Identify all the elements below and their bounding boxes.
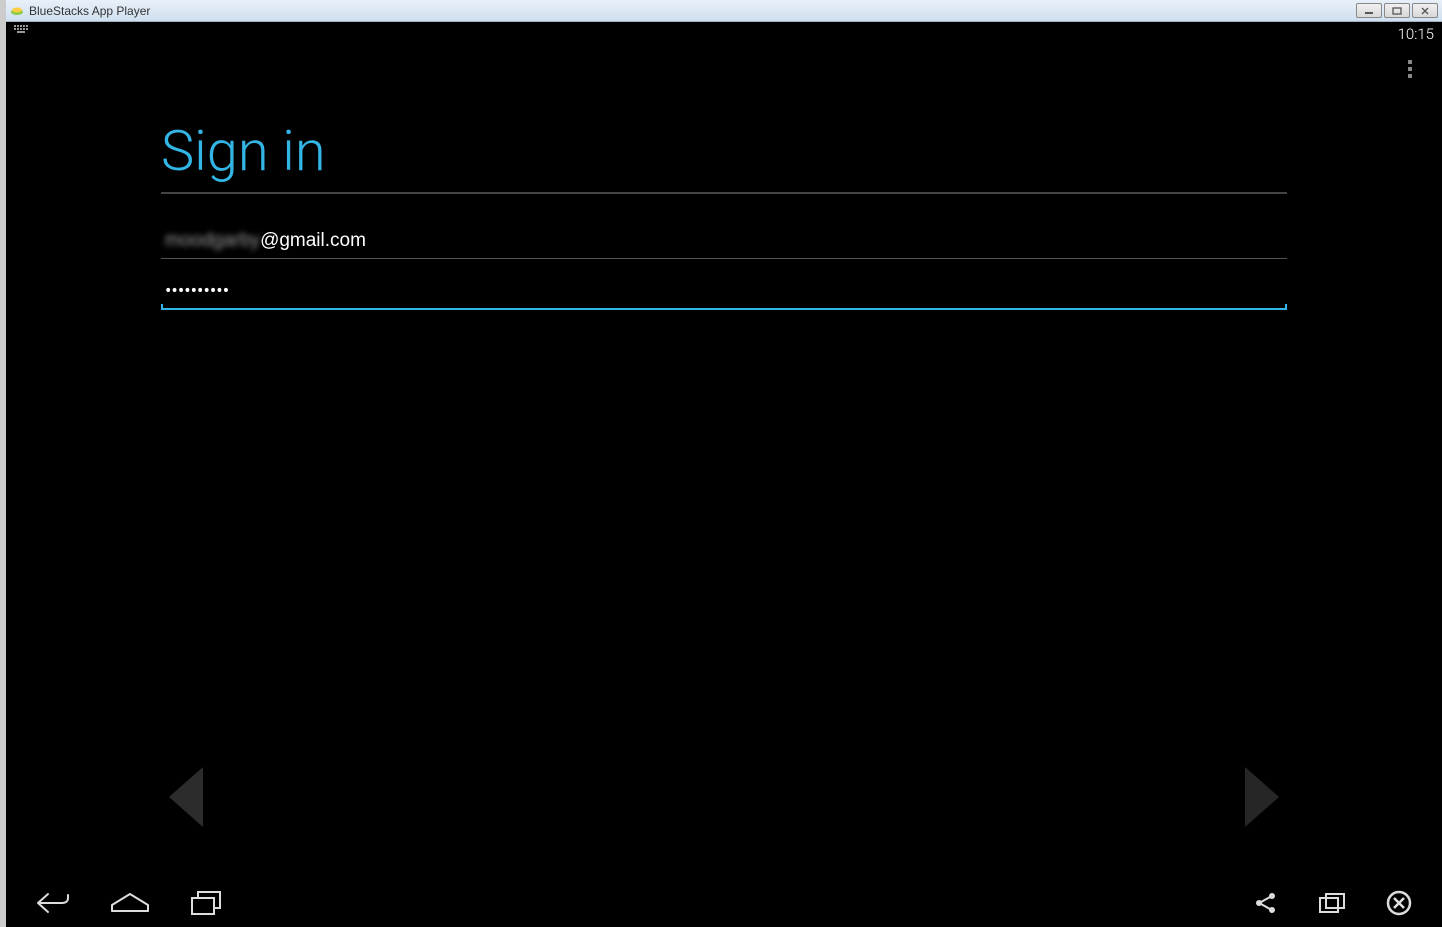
overflow-menu-icon[interactable] — [1398, 50, 1422, 88]
wizard-nav — [6, 762, 1442, 837]
email-username: moodgarby — [165, 230, 260, 252]
email-field[interactable]: moodgarby@gmail.com — [161, 224, 1287, 259]
password-field[interactable] — [161, 273, 1287, 310]
nav-home-icon[interactable] — [110, 891, 150, 915]
back-arrow-icon[interactable] — [161, 762, 211, 837]
nav-fullscreen-icon[interactable] — [1318, 892, 1346, 914]
app-window: BlueStacks App Player — [0, 0, 1442, 927]
window-controls — [1356, 3, 1438, 18]
app-icon — [10, 4, 24, 18]
nav-share-icon[interactable] — [1254, 891, 1278, 915]
status-bar: 10:15 — [6, 22, 1442, 44]
title-divider — [161, 192, 1287, 194]
navigation-bar — [6, 879, 1442, 927]
status-clock: 10:15 — [1398, 25, 1434, 43]
nav-back-icon[interactable] — [36, 890, 70, 916]
android-screen: 10:15 Sign in moodgarby@gmail.com — [6, 22, 1442, 927]
maximize-button[interactable] — [1384, 3, 1410, 18]
keyboard-icon — [14, 25, 30, 38]
window-title: BlueStacks App Player — [29, 4, 1356, 18]
forward-arrow-icon[interactable] — [1237, 762, 1287, 837]
window-titlebar[interactable]: BlueStacks App Player — [6, 0, 1442, 22]
minimize-button[interactable] — [1356, 3, 1382, 18]
action-bar — [6, 44, 1442, 94]
email-domain: @gmail.com — [260, 230, 366, 252]
close-button[interactable] — [1412, 3, 1438, 18]
nav-close-icon[interactable] — [1386, 890, 1412, 916]
password-field-wrap — [161, 273, 1287, 310]
page-title: Sign in — [161, 118, 1287, 184]
nav-recent-icon[interactable] — [190, 890, 222, 916]
